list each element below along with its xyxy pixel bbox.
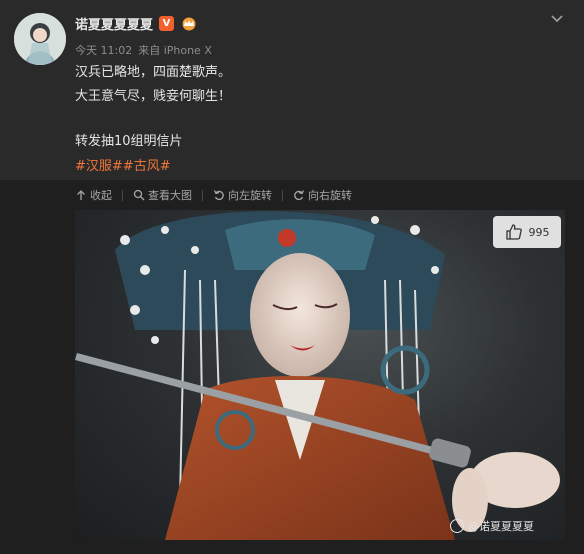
like-button[interactable]: 995 — [493, 216, 561, 248]
magnifier-icon — [133, 189, 145, 201]
post-time[interactable]: 今天 11:02 — [75, 42, 132, 58]
verified-badge[interactable]: V — [159, 16, 175, 31]
avatar[interactable] — [14, 13, 66, 65]
rotate-left-button[interactable]: 向左旋转 — [213, 187, 282, 203]
post-source: 来自 iPhone X — [138, 44, 212, 57]
collapse-button[interactable]: 收起 — [75, 187, 122, 203]
post-line-2: 大王意气尽，贱妾何聊生！ — [75, 89, 232, 104]
tag-gufeng[interactable]: #古风# — [123, 155, 171, 174]
username-row: 诺夏夏夏夏夏 V — [75, 14, 198, 33]
view-large-label: 查看大图 — [148, 189, 192, 202]
post-meta: 今天 11:02 来自 iPhone X — [75, 42, 212, 58]
weibo-post-card: 诺夏夏夏夏夏 V 今天 11:02 来自 iPhone X 汉兵已略地，四面楚歌… — [0, 0, 584, 554]
collapse-label: 收起 — [90, 189, 112, 202]
weibo-logo-icon — [450, 519, 464, 533]
collapse-icon — [77, 190, 85, 200]
chevron-down-icon[interactable] — [550, 14, 564, 24]
post-line-3: 转发抽10组明信片 — [75, 134, 183, 149]
rotate-left-label: 向左旋转 — [228, 189, 272, 202]
avatar-image — [14, 13, 66, 65]
post-photo[interactable] — [75, 210, 565, 540]
toolbar-divider — [202, 189, 203, 201]
crown-icon[interactable] — [180, 16, 198, 31]
post-line-1: 汉兵已略地，四面楚歌声。 — [75, 65, 232, 80]
rotate-right-button[interactable]: 向右旋转 — [293, 187, 362, 203]
username[interactable]: 诺夏夏夏夏夏 — [75, 14, 153, 33]
rotate-right-label: 向右旋转 — [308, 189, 352, 202]
watermark-text: @诺夏夏夏夏 — [468, 520, 534, 533]
photo-illustration — [75, 211, 560, 540]
thumbs-up-icon — [505, 224, 522, 240]
image-toolbar: 收起 查看大图 向左旋转 向右旋转 — [75, 186, 362, 204]
toolbar-divider — [282, 189, 283, 201]
rotate-right-icon — [294, 190, 305, 201]
tag-list: #汉服# #古风# — [75, 155, 171, 174]
rotate-left-icon — [213, 190, 224, 201]
tag-hanfu[interactable]: #汉服# — [75, 155, 123, 174]
toolbar-divider — [122, 189, 123, 201]
like-count: 995 — [528, 225, 550, 239]
view-large-button[interactable]: 查看大图 — [133, 187, 202, 203]
photo-watermark: @诺夏夏夏夏 — [450, 518, 534, 534]
